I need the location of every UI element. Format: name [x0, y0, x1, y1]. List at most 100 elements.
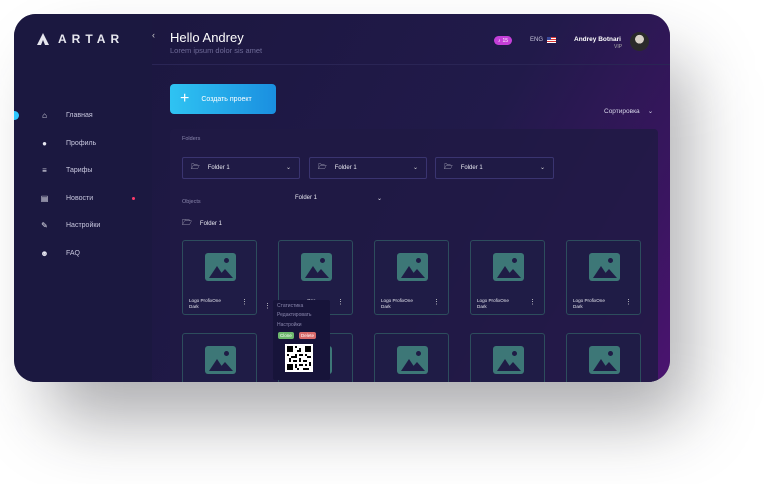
page-title: Hello Andrey — [170, 30, 244, 45]
project-card[interactable]: Logo ProfixOne Dark ⋮ — [374, 240, 449, 315]
create-project-button[interactable]: + Создать проект — [170, 84, 276, 114]
sidebar-item-label: Профиль — [66, 139, 97, 147]
bell-icon: ♪ — [498, 37, 501, 44]
brand-logo[interactable]: ARTAR — [36, 32, 124, 46]
faq-icon: ☻ — [40, 248, 49, 258]
active-indicator — [14, 111, 19, 120]
folders-label: Folders — [182, 136, 201, 142]
image-sun-icon — [608, 258, 613, 263]
sidebar-item-label: Главная — [66, 112, 93, 120]
image-sun-icon — [224, 351, 229, 356]
chevron-down-icon: ⌄ — [412, 165, 418, 171]
image-placeholder-icon — [205, 346, 236, 374]
header-divider — [152, 64, 670, 65]
project-card[interactable] — [470, 333, 545, 382]
menu-item-edit[interactable]: Редактировать — [277, 312, 312, 318]
more-options-icon[interactable]: ⋮ — [625, 299, 632, 306]
language-switcher[interactable]: ENG — [530, 37, 557, 43]
sidebar: ARTAR ⌂ Главная ● Профиль ≡ Тарифы ▤ Нов… — [14, 14, 152, 382]
objects-folder-title: Folder 1 — [199, 221, 222, 227]
sidebar-item-profile[interactable]: ● Профиль — [14, 130, 152, 158]
image-placeholder-icon — [301, 253, 332, 281]
more-options-icon[interactable]: ⋮ — [529, 299, 536, 306]
chevron-down-icon: ⌄ — [539, 165, 545, 171]
card-subtitle: Dark — [381, 304, 391, 309]
sidebar-item-label: FAQ — [66, 249, 81, 257]
chevron-down-icon: ⌄ — [285, 165, 291, 171]
image-placeholder-icon — [493, 253, 524, 281]
plus-icon: + — [180, 90, 190, 107]
sidebar-item-label: Настройки — [66, 222, 101, 230]
notifications-badge[interactable]: ♪ 15 — [494, 36, 513, 45]
image-sun-icon — [320, 258, 325, 263]
folder-dropdown[interactable]: 🗁 Folder 1 ⌄ — [435, 157, 554, 179]
image-placeholder-icon — [397, 253, 428, 281]
logo-icon — [36, 32, 50, 46]
image-placeholder-icon — [589, 346, 620, 374]
folder-icon: 🗁 — [191, 163, 200, 171]
folder-dropdown[interactable]: 🗁 Folder 1 ⌄ — [309, 157, 427, 179]
sidebar-item-faq[interactable]: ☻ FAQ — [14, 240, 152, 268]
card-title: Logo ProfixOne — [189, 298, 221, 303]
objects-label: Objects — [182, 199, 201, 205]
card-title: Logo ProfixOne — [381, 298, 413, 303]
more-options-icon[interactable]: ⋮ — [264, 302, 271, 310]
project-card[interactable]: Logo ProfixOne Dark ⋮ — [470, 240, 545, 315]
user-role: VIP — [614, 44, 623, 50]
sort-label: Сортировка — [604, 107, 640, 115]
brand-name: ARTAR — [58, 32, 125, 46]
folder-icon: 🗁 — [444, 163, 453, 171]
project-card[interactable] — [374, 333, 449, 382]
tariffs-icon: ≡ — [42, 166, 47, 176]
sidebar-item-settings[interactable]: ✎ Настройки — [14, 212, 152, 240]
main-content: ‹ Hello Andrey Lorem ipsum dolor sis ame… — [152, 14, 670, 382]
card-title: Logo ProfixOne — [477, 298, 509, 303]
project-card[interactable] — [566, 333, 641, 382]
more-options-icon[interactable]: ⋮ — [433, 299, 440, 306]
sidebar-nav: ⌂ Главная ● Профиль ≡ Тарифы ▤ Новости ✎… — [14, 102, 152, 267]
projects-panel: Folders 🗁 Folder 1 ⌄ 🗁 Folder 1 ⌄ 🗁 Fold… — [170, 129, 658, 382]
chevron-down-icon: ⌄ — [377, 196, 383, 202]
user-name[interactable]: Andrey Botnari — [574, 36, 621, 43]
image-sun-icon — [224, 258, 229, 263]
image-sun-icon — [512, 351, 517, 356]
card-title: Logo ProfixOne — [573, 298, 605, 303]
create-project-label: Создать проект — [201, 95, 252, 103]
clone-button[interactable]: Clone — [278, 332, 294, 339]
avatar[interactable] — [630, 32, 649, 51]
settings-icon: ✎ — [41, 221, 48, 231]
project-card[interactable] — [182, 333, 257, 382]
us-flag-icon — [547, 37, 557, 43]
menu-item-statistics[interactable]: Статистика — [277, 303, 303, 309]
more-options-icon[interactable]: ⋮ — [241, 299, 248, 306]
project-card[interactable]: Logo ProfixOne Dark ⋮ — [566, 240, 641, 315]
card-subtitle: Dark — [477, 304, 487, 309]
sidebar-item-news[interactable]: ▤ Новости — [14, 185, 152, 213]
image-sun-icon — [416, 351, 421, 356]
objects-folder-header[interactable]: 🗁 Folder 1 — [182, 217, 222, 231]
sort-dropdown[interactable]: Сортировка ⌄ — [604, 107, 654, 116]
sidebar-item-tariffs[interactable]: ≡ Тарифы — [14, 157, 152, 185]
folder-open-icon: 🗁 — [182, 218, 192, 227]
image-placeholder-icon — [205, 253, 236, 281]
folder-dropdown[interactable]: 🗁 Folder 1 ⌄ — [182, 157, 300, 179]
news-icon: ▤ — [40, 193, 49, 203]
collapse-sidebar-icon[interactable]: ‹ — [152, 30, 160, 40]
sidebar-item-home[interactable]: ⌂ Главная — [14, 102, 152, 130]
card-subtitle: Dark — [573, 304, 583, 309]
project-card[interactable]: Logo ProfixOne Dark ⋮ — [182, 240, 257, 315]
delete-button[interactable]: Delete — [299, 332, 317, 339]
chevron-down-icon: ⌄ — [647, 108, 654, 115]
profile-icon: ● — [42, 138, 47, 148]
folder-name: Folder 1 — [207, 165, 230, 171]
folder-name: Folder 1 — [334, 165, 357, 171]
sidebar-item-label: Новости — [66, 194, 94, 202]
language-label: ENG — [530, 37, 544, 43]
folder-select[interactable]: Folder 1 ⌄ — [295, 195, 382, 202]
more-options-icon[interactable]: ⋮ — [337, 299, 344, 306]
news-unread-dot — [132, 196, 135, 200]
menu-item-settings[interactable]: Настройки — [277, 322, 302, 328]
sidebar-item-label: Тарифы — [66, 167, 93, 175]
image-placeholder-icon — [589, 253, 620, 281]
notifications-count: 15 — [502, 37, 509, 44]
